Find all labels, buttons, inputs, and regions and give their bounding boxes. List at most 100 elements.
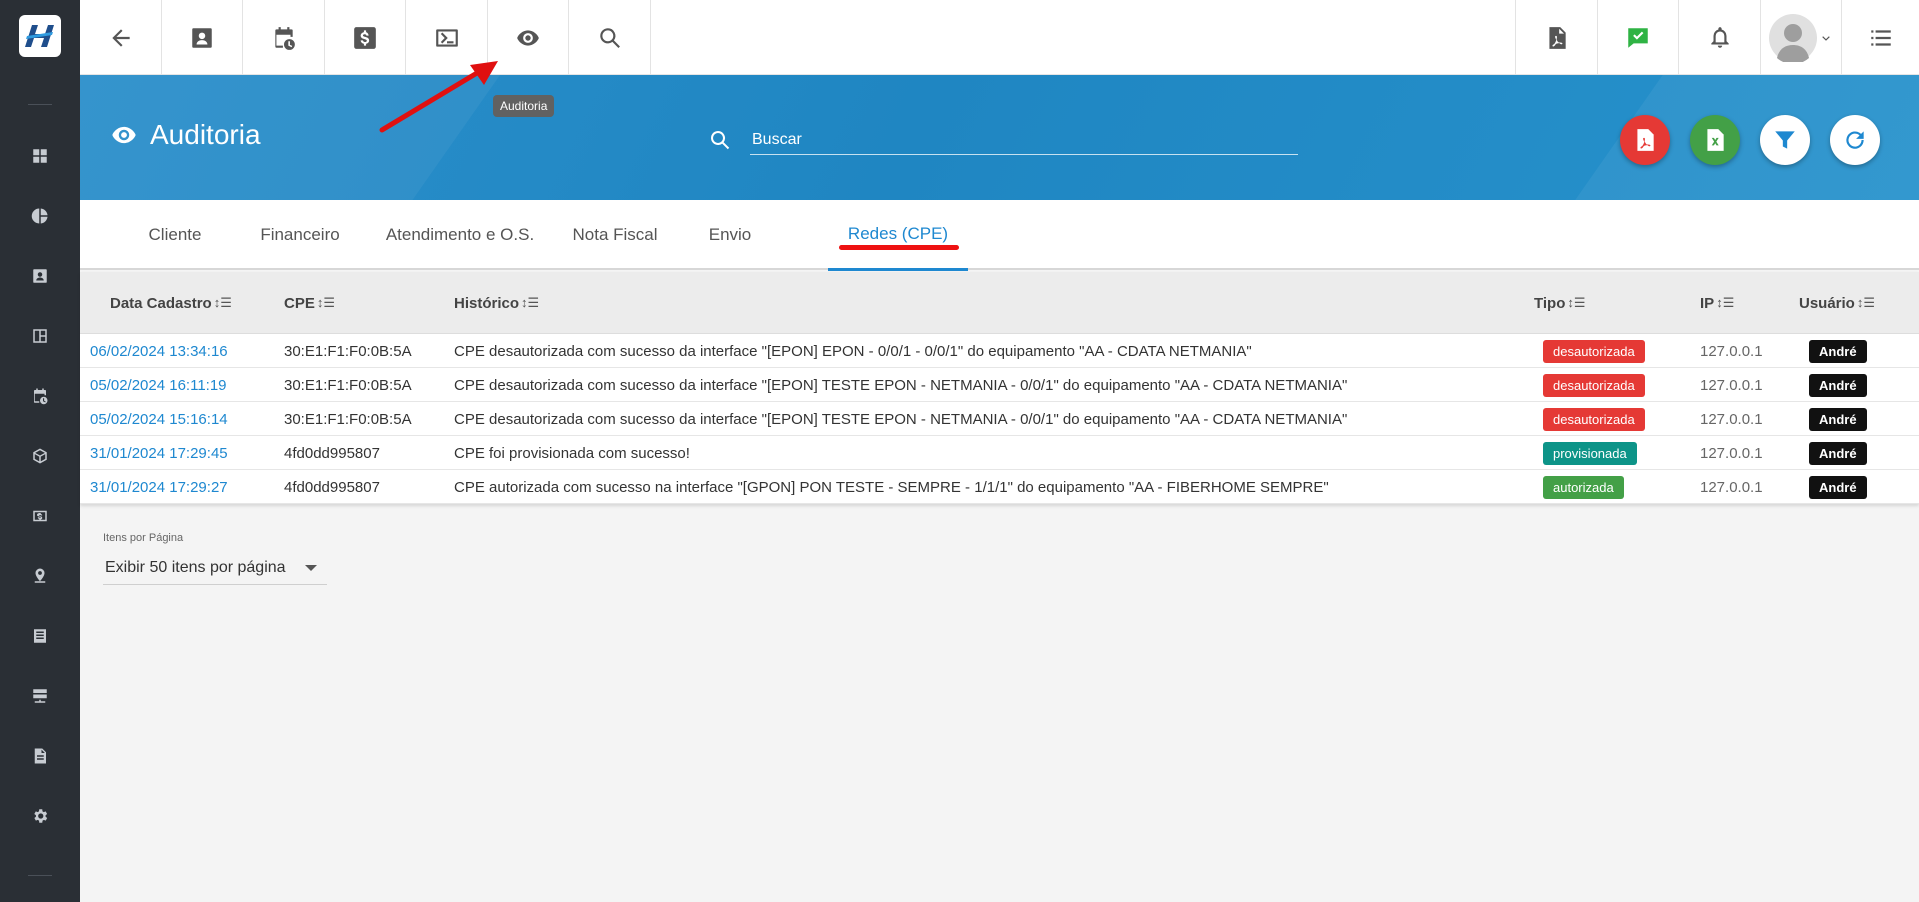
cell-ip: 127.0.0.1 — [1700, 342, 1763, 360]
sort-icon: ↕☰ — [1567, 295, 1586, 310]
annotation-arrow-icon — [379, 61, 498, 133]
sidebar-item-list[interactable] — [0, 616, 80, 656]
tab-financeiro[interactable]: Financeiro — [235, 200, 365, 270]
clients-button[interactable] — [162, 0, 243, 75]
column-header-cpe[interactable]: CPE ↕☰ — [284, 272, 335, 334]
user-menu-button[interactable] — [1760, 0, 1841, 75]
sidebar-item-map[interactable] — [0, 556, 80, 596]
tasks-button[interactable] — [1597, 0, 1678, 75]
app-logo[interactable] — [19, 15, 61, 57]
audit-table: Data Cadastro ↕☰ CPE ↕☰ Histórico ↕☰ Tipo ↕☰… — [80, 272, 1919, 504]
pdf-button[interactable] — [1515, 0, 1597, 75]
search-input[interactable] — [750, 125, 1298, 155]
sort-icon: ↕☰ — [1716, 295, 1735, 310]
box-icon — [33, 448, 47, 464]
logo-mark-icon — [25, 25, 54, 47]
contact-card-icon — [33, 269, 47, 283]
items-per-page-select[interactable]: Exibir 50 itens por página — [103, 552, 327, 585]
table-body: 06/02/2024 13:34:16 30:E1:F1:F0:0B:5A CPE … — [80, 334, 1919, 504]
type-badge: provisionada — [1543, 441, 1637, 465]
list-icon — [34, 629, 46, 643]
cell-historico: CPE desautorizada com sucesso da interfa… — [454, 342, 1252, 360]
cell-cpe: 30:E1:F1:F0:0B:5A — [284, 376, 412, 394]
main-menu-button[interactable] — [1841, 0, 1919, 75]
page-title: Auditoria — [110, 119, 261, 151]
cell-data-cadastro[interactable]: 05/02/2024 15:16:14 — [90, 402, 228, 436]
column-header-historico[interactable]: Histórico ↕☰ — [454, 272, 539, 334]
map-pin-icon — [34, 568, 46, 583]
chevron-down-icon — [1822, 35, 1830, 41]
column-header-usuario[interactable]: Usuário ↕☰ — [1799, 272, 1875, 334]
sidebar-item-reports[interactable] — [0, 196, 80, 236]
cell-data-cadastro[interactable]: 31/01/2024 17:29:45 — [90, 436, 228, 470]
table-row[interactable]: 31/01/2024 17:29:27 4fd0dd995807 CPE autor… — [80, 470, 1919, 504]
filter-icon — [1775, 131, 1795, 149]
notifications-button[interactable] — [1678, 0, 1760, 75]
cell-tipo: desautorizada — [1543, 368, 1645, 402]
tab-envio[interactable]: Envio — [680, 200, 780, 270]
column-header-data-cadastro[interactable]: Data Cadastro ↕☰ — [110, 272, 232, 334]
cell-tipo: provisionada — [1543, 436, 1637, 470]
sidebar-item-settings[interactable] — [0, 796, 80, 836]
sidebar-item-documents[interactable] — [0, 736, 80, 776]
tab-atendimento[interactable]: Atendimento e O.S. — [370, 200, 550, 270]
table-row[interactable]: 06/02/2024 13:34:16 30:E1:F1:F0:0B:5A CPE … — [80, 334, 1919, 368]
calendar-clock-icon — [34, 388, 48, 405]
cell-usuario: André — [1809, 470, 1867, 504]
cell-cpe: 30:E1:F1:F0:0B:5A — [284, 342, 412, 360]
search-bar — [708, 125, 1298, 157]
search-button[interactable] — [569, 0, 651, 75]
type-badge: desautorizada — [1543, 373, 1645, 397]
back-button[interactable] — [80, 0, 162, 75]
tab-cliente[interactable]: Cliente — [120, 200, 230, 270]
cell-data-cadastro[interactable]: 31/01/2024 17:29:27 — [90, 470, 228, 504]
table-header: Data Cadastro ↕☰ CPE ↕☰ Histórico ↕☰ Tipo ↕☰… — [80, 272, 1919, 334]
sidebar-item-schedule[interactable] — [0, 376, 80, 416]
cell-historico: CPE foi provisionada com sucesso! — [454, 444, 690, 462]
table-row[interactable]: 31/01/2024 17:29:45 4fd0dd995807 CPE foi p… — [80, 436, 1919, 470]
tab-redes-cpe[interactable]: Redes (CPE) — [828, 200, 968, 271]
sort-icon: ↕☰ — [213, 295, 232, 310]
gear-icon — [34, 809, 48, 823]
user-badge: André — [1809, 475, 1867, 499]
bell-icon — [1710, 26, 1729, 48]
cell-tipo: desautorizada — [1543, 334, 1645, 368]
column-header-ip[interactable]: IP ↕☰ — [1700, 272, 1734, 334]
sidebar-item-dashboard[interactable] — [0, 136, 80, 176]
excel-file-icon — [1707, 129, 1724, 151]
calendar-clock-icon — [274, 26, 295, 50]
cell-usuario: André — [1809, 436, 1867, 470]
cell-data-cadastro[interactable]: 05/02/2024 16:11:19 — [90, 368, 227, 402]
money-icon — [33, 510, 47, 522]
cell-historico: CPE autorizada com sucesso na interface … — [454, 478, 1329, 496]
type-badge: autorizada — [1543, 475, 1624, 499]
sidebar-item-network[interactable] — [0, 676, 80, 716]
sidebar-item-stock[interactable] — [0, 436, 80, 476]
board-icon — [33, 329, 47, 343]
sidebar-item-board[interactable] — [0, 316, 80, 356]
type-badge: desautorizada — [1543, 339, 1645, 363]
dollar-icon — [354, 26, 376, 49]
cell-usuario: André — [1809, 402, 1867, 436]
filter-button[interactable] — [1760, 115, 1810, 165]
tab-nota-fiscal[interactable]: Nota Fiscal — [555, 200, 675, 270]
cell-ip: 127.0.0.1 — [1700, 444, 1763, 462]
table-row[interactable]: 05/02/2024 15:16:14 30:E1:F1:F0:0B:5A CPE … — [80, 402, 1919, 436]
export-pdf-button[interactable] — [1620, 115, 1670, 165]
export-excel-button[interactable] — [1690, 115, 1740, 165]
cell-usuario: André — [1809, 368, 1867, 402]
schedule-button[interactable] — [243, 0, 325, 75]
pie-chart-icon — [31, 208, 48, 224]
refresh-button[interactable] — [1830, 115, 1880, 165]
cell-ip: 127.0.0.1 — [1700, 410, 1763, 428]
page-title-text: Auditoria — [150, 119, 261, 150]
pdf-file-icon — [1548, 26, 1566, 49]
column-header-tipo[interactable]: Tipo ↕☰ — [1534, 272, 1586, 334]
cell-data-cadastro[interactable]: 06/02/2024 13:34:16 — [90, 334, 228, 368]
cell-cpe: 4fd0dd995807 — [284, 444, 380, 462]
table-row[interactable]: 05/02/2024 16:11:19 30:E1:F1:F0:0B:5A CPE … — [80, 368, 1919, 402]
cell-usuario: André — [1809, 334, 1867, 368]
sidebar-item-clients[interactable] — [0, 256, 80, 296]
sidebar-item-finance[interactable] — [0, 496, 80, 536]
items-per-page-label: Itens por Página — [103, 532, 184, 544]
